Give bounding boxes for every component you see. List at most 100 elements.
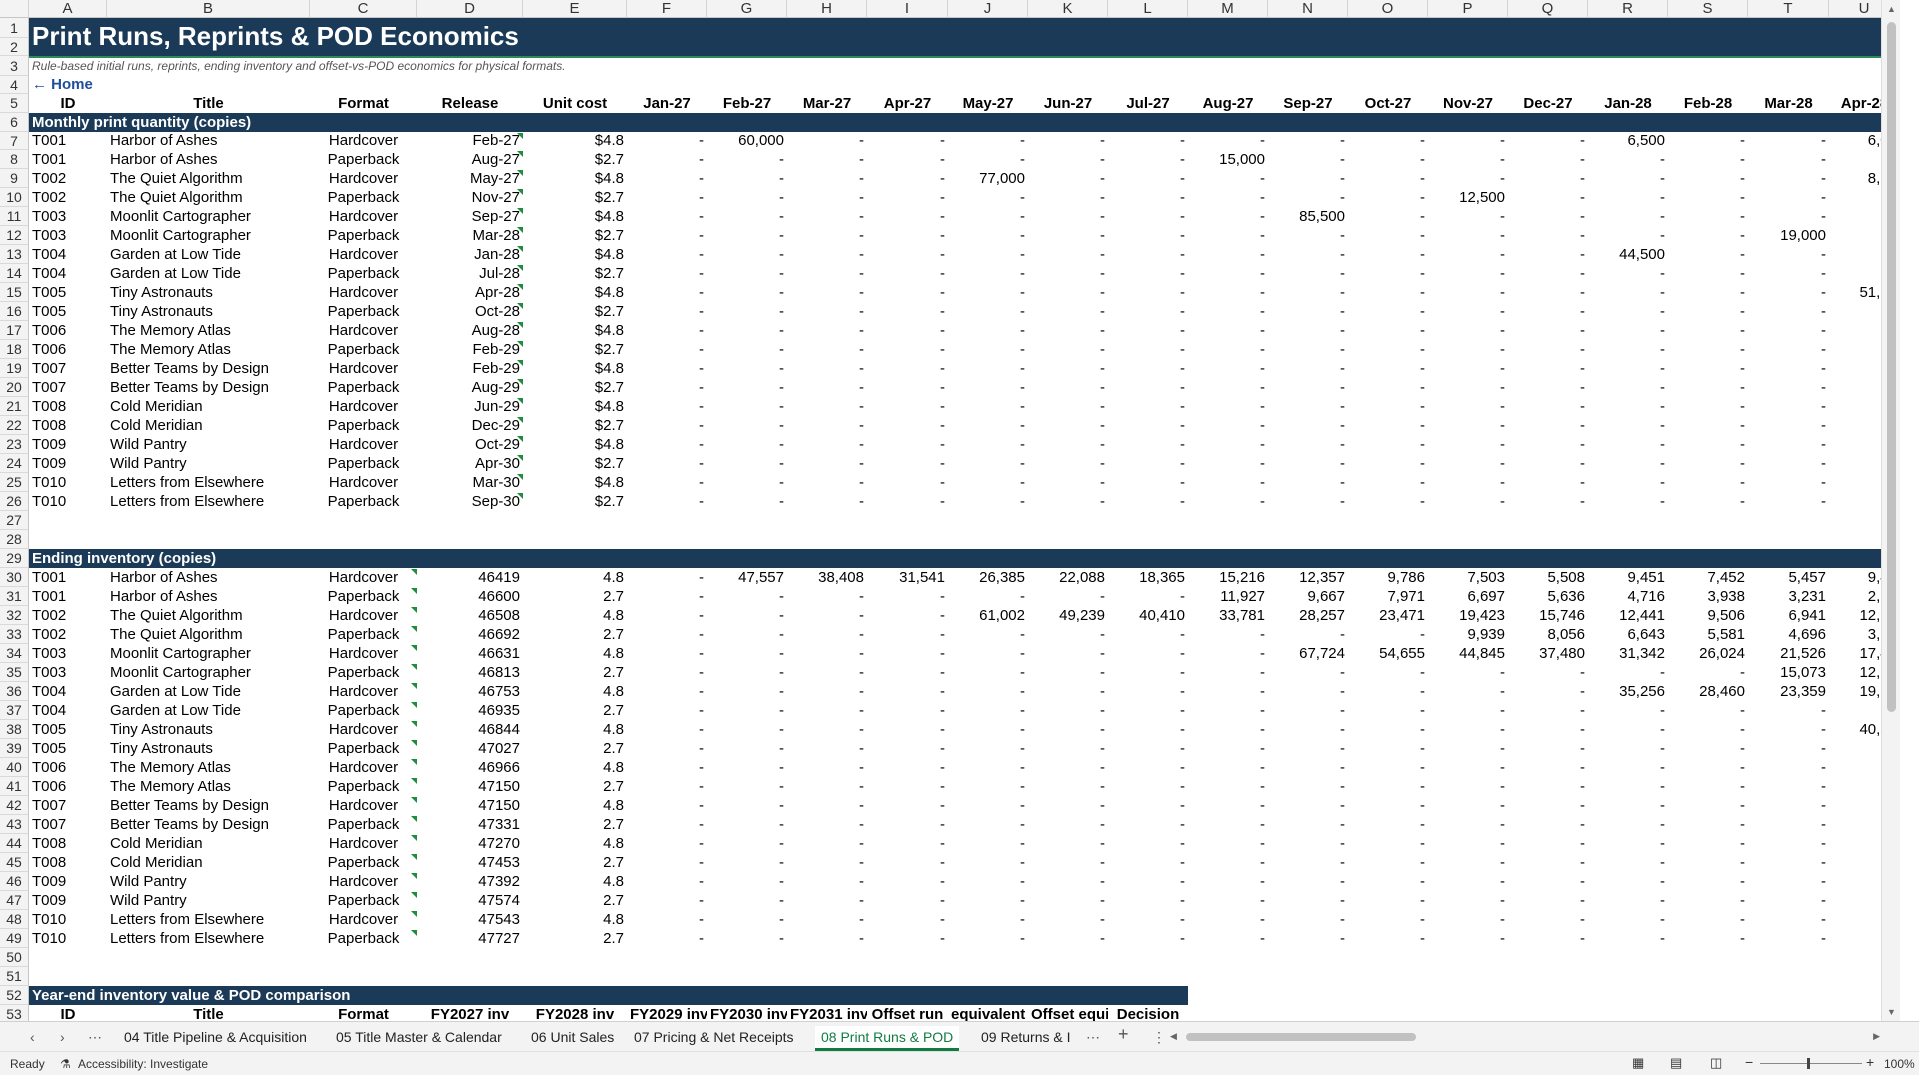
value-cell[interactable]: - <box>948 663 1028 682</box>
page-layout-icon[interactable]: ▤ <box>1670 1055 1682 1071</box>
value-cell[interactable]: - <box>1748 872 1829 891</box>
value-cell[interactable]: - <box>787 378 867 397</box>
value-cell[interactable]: - <box>1028 416 1108 435</box>
row-id[interactable]: T006 <box>29 340 107 359</box>
value-cell[interactable]: - <box>867 663 948 682</box>
row-title[interactable]: Cold Meridian <box>107 397 310 416</box>
value-cell[interactable]: - <box>627 226 707 245</box>
month-header[interactable]: Feb-28 <box>1668 94 1748 113</box>
row-header[interactable]: 41 <box>0 777 29 796</box>
column-header-b[interactable]: B <box>107 0 310 18</box>
row-title[interactable]: Moonlit Cartographer <box>107 226 310 245</box>
value-cell[interactable]: - <box>1428 340 1508 359</box>
value-cell[interactable]: - <box>707 853 787 872</box>
row-unit-cost[interactable]: 2.7 <box>523 663 627 682</box>
row-title[interactable]: Wild Pantry <box>107 454 310 473</box>
value-cell[interactable]: - <box>1108 796 1188 815</box>
value-cell[interactable]: - <box>1028 834 1108 853</box>
row-id[interactable]: T002 <box>29 625 107 644</box>
row-header[interactable]: 13 <box>0 245 29 264</box>
row-release[interactable]: 46631 <box>417 644 523 663</box>
value-cell[interactable]: - <box>867 283 948 302</box>
value-cell[interactable]: - <box>1508 872 1588 891</box>
value-cell[interactable]: - <box>1108 188 1188 207</box>
value-cell[interactable]: - <box>1748 245 1829 264</box>
row-unit-cost[interactable]: $2.7 <box>523 264 627 283</box>
value-cell[interactable]: - <box>787 245 867 264</box>
value-cell[interactable]: - <box>1348 454 1428 473</box>
value-cell[interactable]: - <box>1428 473 1508 492</box>
value-cell[interactable]: - <box>627 853 707 872</box>
value-cell[interactable]: - <box>867 815 948 834</box>
row-release[interactable]: Sep-30 <box>417 492 523 511</box>
value-cell[interactable]: - <box>1108 587 1188 606</box>
value-cell[interactable]: - <box>1348 302 1428 321</box>
value-cell[interactable]: - <box>1588 834 1668 853</box>
row-release[interactable]: 47150 <box>417 796 523 815</box>
value-cell[interactable]: - <box>1748 435 1829 454</box>
row-release[interactable]: 47453 <box>417 853 523 872</box>
value-cell[interactable]: - <box>627 132 707 150</box>
value-cell[interactable]: - <box>948 264 1028 283</box>
value-cell[interactable]: 12,500 <box>1428 188 1508 207</box>
value-cell[interactable]: - <box>948 682 1028 701</box>
row-unit-cost[interactable]: 2.7 <box>523 587 627 606</box>
value-cell[interactable]: - <box>1028 132 1108 150</box>
row-release[interactable]: Oct-29 <box>417 435 523 454</box>
row-release[interactable]: 46813 <box>417 663 523 682</box>
row-release[interactable]: Jan-28 <box>417 245 523 264</box>
value-cell[interactable]: 44,500 <box>1588 245 1668 264</box>
row-unit-cost[interactable]: $2.7 <box>523 378 627 397</box>
row-unit-cost[interactable]: 2.7 <box>523 777 627 796</box>
value-cell[interactable]: - <box>1188 872 1268 891</box>
value-cell[interactable]: - <box>1668 853 1748 872</box>
row-unit-cost[interactable]: 2.7 <box>523 815 627 834</box>
row-unit-cost[interactable]: $4.8 <box>523 321 627 340</box>
value-cell[interactable]: - <box>867 397 948 416</box>
value-cell[interactable]: - <box>948 207 1028 226</box>
value-cell[interactable]: - <box>1028 492 1108 511</box>
row-format[interactable]: Hardcover <box>310 568 417 587</box>
value-cell[interactable]: - <box>707 188 787 207</box>
value-cell[interactable]: 9,451 <box>1588 568 1668 587</box>
value-cell[interactable]: 3,938 <box>1668 587 1748 606</box>
row-unit-cost[interactable]: $4.8 <box>523 397 627 416</box>
value-cell[interactable]: - <box>1508 473 1588 492</box>
value-cell[interactable]: - <box>1508 758 1588 777</box>
row-unit-cost[interactable]: 4.8 <box>523 682 627 701</box>
value-cell[interactable]: - <box>948 758 1028 777</box>
column-header-p[interactable]: P <box>1428 0 1508 18</box>
value-cell[interactable]: - <box>627 720 707 739</box>
value-cell[interactable]: - <box>867 340 948 359</box>
row-id[interactable]: T005 <box>29 739 107 758</box>
value-cell[interactable]: - <box>1028 321 1108 340</box>
value-cell[interactable]: - <box>707 283 787 302</box>
value-cell[interactable]: 7,971 <box>1348 587 1428 606</box>
value-cell[interactable]: - <box>1268 245 1348 264</box>
value-cell[interactable]: - <box>1508 245 1588 264</box>
column-header-f[interactable]: F <box>627 0 707 18</box>
value-cell[interactable]: - <box>948 625 1028 644</box>
row-id[interactable]: T006 <box>29 321 107 340</box>
value-cell[interactable]: 4,696 <box>1748 625 1829 644</box>
value-cell[interactable]: - <box>707 435 787 454</box>
column-label[interactable]: FY2027 inv <box>417 1005 523 1021</box>
value-cell[interactable]: - <box>1028 720 1108 739</box>
value-cell[interactable]: - <box>1108 302 1188 321</box>
value-cell[interactable]: - <box>707 815 787 834</box>
value-cell[interactable]: - <box>1668 796 1748 815</box>
value-cell[interactable]: - <box>707 245 787 264</box>
column-header-o[interactable]: O <box>1348 0 1428 18</box>
row-id[interactable]: T004 <box>29 264 107 283</box>
value-cell[interactable]: - <box>1028 701 1108 720</box>
row-release[interactable]: 46692 <box>417 625 523 644</box>
value-cell[interactable]: - <box>787 701 867 720</box>
value-cell[interactable]: - <box>1188 758 1268 777</box>
value-cell[interactable]: - <box>1428 834 1508 853</box>
value-cell[interactable]: - <box>787 150 867 169</box>
value-cell[interactable]: - <box>1748 834 1829 853</box>
row-title[interactable]: The Quiet Algorithm <box>107 625 310 644</box>
value-cell[interactable]: 9,506 <box>1668 606 1748 625</box>
column-header-g[interactable]: G <box>707 0 787 18</box>
row-format[interactable]: Hardcover <box>310 720 417 739</box>
